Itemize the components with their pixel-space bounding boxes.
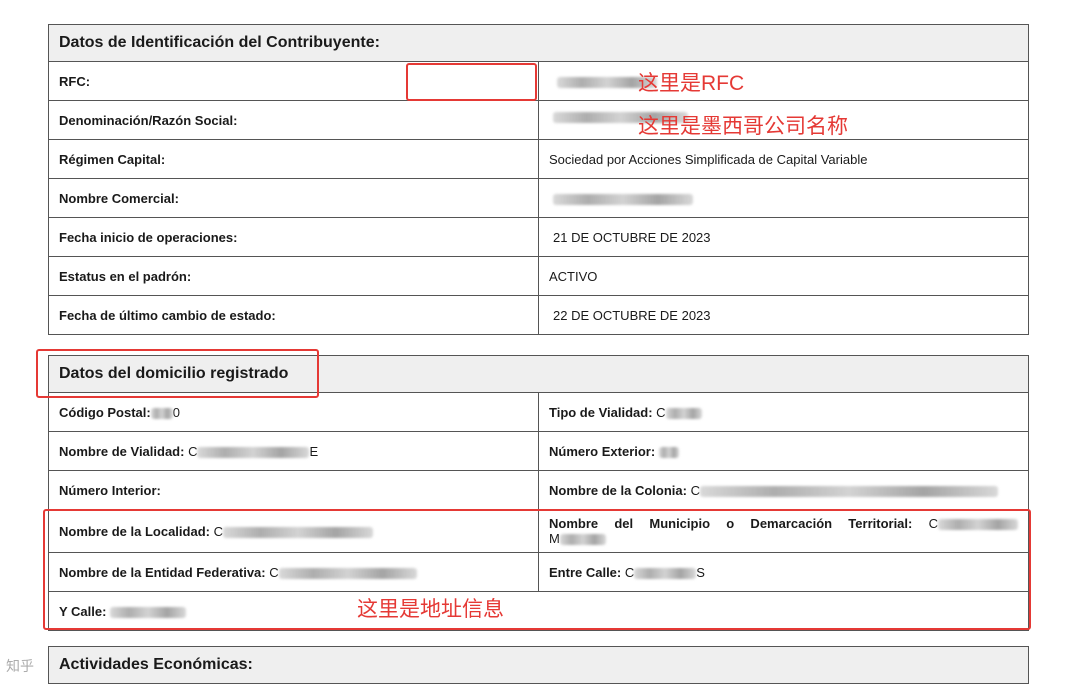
neighborhood-label: Nombre de la Colonia: [549, 482, 687, 498]
table-row: Régimen Capital: Sociedad por Acciones S… [48, 139, 1029, 179]
company-annotation: 这里是墨西哥公司名称 [638, 115, 848, 138]
table-row: Denominación/Razón Social: [48, 100, 1029, 140]
taxpayer-identification-table: Datos de Identificación del Contribuyent… [48, 24, 1029, 335]
capital-regime-value: Sociedad por Acciones Simplificada de Ca… [538, 139, 1029, 179]
economic-activities-table: Actividades Económicas: [48, 646, 1029, 684]
last-change-date-label: Fecha de último cambio de estado: [48, 295, 539, 335]
road-type-value: C [656, 404, 666, 420]
postal-code-label: Código Postal: [59, 404, 151, 420]
trade-name-label: Nombre Comercial: [48, 178, 539, 218]
road-name-suffix: E [309, 443, 319, 459]
redacted-postal-code [150, 407, 173, 419]
redacted-neighborhood [699, 485, 998, 497]
table-row: Nombre Comercial: [48, 178, 1029, 218]
exterior-number-cell: Número Exterior: [538, 431, 1029, 471]
road-name-value: C [188, 443, 198, 459]
last-change-date-value: 22 DE OCTUBRE DE 2023 [538, 295, 1029, 335]
postal-code-value: 0 [172, 404, 180, 420]
rfc-value [538, 61, 1029, 101]
capital-regime-label: Régimen Capital: [48, 139, 539, 179]
road-name-label: Nombre de Vialidad: [59, 443, 185, 459]
address-annotation: 这里是地址信息 [357, 598, 504, 621]
status-label: Estatus en el padrón: [48, 256, 539, 296]
postal-code-cell: Código Postal: 0 [48, 392, 539, 432]
table-row: Fecha inicio de operaciones: 21 DE OCTUB… [48, 217, 1029, 257]
table-row: Estatus en el padrón: ACTIVO [48, 256, 1029, 296]
interior-number-cell: Número Interior: [48, 470, 539, 510]
interior-number-label: Número Interior: [59, 482, 161, 498]
watermark: 知乎 [6, 658, 34, 674]
road-name-cell: Nombre de Vialidad: C E [48, 431, 539, 471]
redacted-trade-name [553, 193, 693, 205]
table-row: Número Interior: Nombre de la Colonia: C [48, 470, 1029, 510]
table-row: Fecha de último cambio de estado: 22 DE … [48, 295, 1029, 335]
address-section-highlight-box [36, 349, 319, 398]
road-type-cell: Tipo de Vialidad: C [538, 392, 1029, 432]
trade-name-value [538, 178, 1029, 218]
redacted-road-type [665, 407, 702, 419]
redacted-exterior-number [658, 446, 679, 458]
start-date-value: 21 DE OCTUBRE DE 2023 [538, 217, 1029, 257]
exterior-number-label: Número Exterior: [549, 443, 656, 459]
neighborhood-value: C [690, 482, 700, 498]
status-value: ACTIVO [538, 256, 1029, 296]
rfc-highlight-box [406, 63, 537, 101]
table-row: Código Postal: 0 Tipo de Vialidad: C [48, 392, 1029, 432]
section-title-identification: Datos de Identificación del Contribuyent… [48, 24, 1029, 62]
section-title-activities: Actividades Económicas: [48, 646, 1029, 684]
address-details-highlight-box [43, 509, 1031, 630]
company-name-label: Denominación/Razón Social: [48, 100, 539, 140]
redacted-road-name [197, 446, 310, 458]
road-type-label: Tipo de Vialidad: [549, 404, 653, 420]
table-row: RFC: [48, 61, 1029, 101]
table-row: Nombre de Vialidad: C E Número Exterior: [48, 431, 1029, 471]
neighborhood-cell: Nombre de la Colonia: C [538, 470, 1029, 510]
start-date-label: Fecha inicio de operaciones: [48, 217, 539, 257]
rfc-annotation: 这里是RFC [638, 72, 745, 95]
